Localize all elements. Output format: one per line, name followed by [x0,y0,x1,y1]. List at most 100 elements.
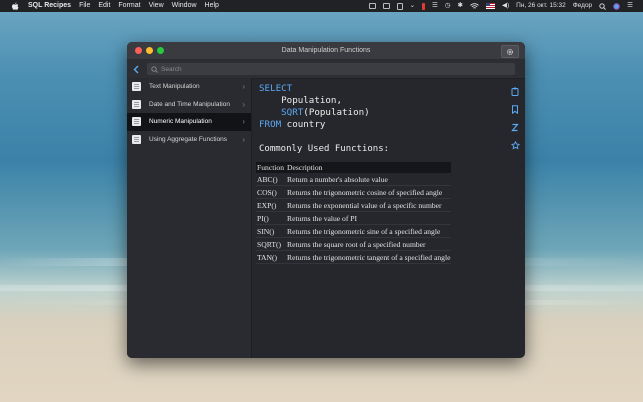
notification-center-icon[interactable]: ☰ [627,0,633,12]
function-name: SQRT() [256,237,287,251]
function-description: Returns the square root of a specified n… [286,237,452,251]
toolbar [127,60,525,79]
sidebar-item-label: Date and Time Manipulation [149,100,230,108]
function-name: EXP() [256,198,287,212]
functions-table: Function Description ABC() Return a numb… [256,162,452,264]
functions-heading: Commonly Used Functions: [259,144,390,154]
function-description: Returns the trigonometric sine of a spec… [286,224,452,238]
status-area: ⌄ ☰ ◷ ✱ ◀) Пн, 26 окт. 15:32 Федор ☰ [362,0,633,12]
function-name: TAN() [256,250,287,264]
menu-help[interactable]: Help [205,0,219,12]
sidebar-item-label: Text Manipulation [149,83,200,91]
zoom-button[interactable] [157,47,164,54]
function-name: COS() [256,185,287,199]
sidebar-item-label: Using Aggregate Functions [149,135,228,143]
function-description: Returns the trigonometric cosine of spec… [286,185,452,199]
settings-button[interactable] [501,45,519,58]
star-icon [510,140,520,149]
chevron-right-icon: › [242,99,245,109]
table-row: SIN() Returns the trigonometric sine of … [256,224,452,238]
sql-line: (Population) [303,107,370,118]
function-description: Returns the trigonometric tangent of a s… [286,250,452,264]
sidebar-item-text-manipulation[interactable]: Text Manipulation › [127,78,251,96]
document-icon [132,82,141,92]
recording-icon[interactable] [422,2,426,10]
sort-icon [511,123,519,131]
menu-window[interactable]: Window [172,0,197,12]
sidebar-item-date-time-manipulation[interactable]: Date and Time Manipulation › [127,96,251,114]
sql-line: country [281,119,326,130]
minimize-button[interactable] [146,47,153,54]
back-button[interactable] [130,65,142,74]
window-title: Data Manipulation Functions [281,47,371,54]
chevron-right-icon: › [242,134,245,144]
chevron-left-icon [133,65,139,73]
search-icon [151,65,158,73]
action-rail [509,82,521,154]
bluetooth-icon[interactable]: ✱ [458,0,463,12]
table-row: TAN() Returns the trigonometric tangent … [256,250,452,264]
title-bar: Data Manipulation Functions [127,42,525,60]
copy-icon [511,87,519,96]
chevron-right-icon: › [242,82,245,92]
function-name: SIN() [256,224,287,238]
sidebar-item-aggregate-functions[interactable]: Using Aggregate Functions › [127,131,251,149]
menu-format[interactable]: Format [118,0,140,12]
chevron-down-icon[interactable]: ⌄ [410,0,415,12]
sidebar: Text Manipulation › Date and Time Manipu… [127,78,252,358]
function-description: Returns the value of PI [286,211,452,225]
chevron-right-icon: › [242,117,245,127]
column-header: Description [286,162,452,173]
user-name[interactable]: Федор [573,0,592,12]
sql-code-block: SELECT Population, SQRT(Population) FROM… [259,83,370,131]
wifi-icon[interactable] [470,2,479,10]
search-field[interactable] [147,63,515,75]
apple-icon[interactable] [10,1,20,11]
sidebar-item-numeric-manipulation[interactable]: Numeric Manipulation › [127,113,251,131]
clock-text[interactable]: Пн, 26 окт. 15:32 [516,0,566,12]
document-icon [132,117,141,127]
sidebar-item-label: Numeric Manipulation [149,118,212,126]
screen-icon[interactable] [368,3,376,9]
flag-icon[interactable] [485,3,495,9]
menu-file[interactable]: File [79,0,90,12]
siri-icon[interactable] [613,2,620,10]
window-controls [135,47,168,54]
sql-keyword: FROM [259,119,282,130]
table-row: COS() Returns the trigonometric cosine o… [256,185,452,199]
function-description: Returns the exponential value of a speci… [286,198,452,212]
function-description: Return a number's absolute value [286,173,452,186]
document-icon [132,134,141,144]
table-row: SQRT() Returns the square root of a spec… [256,237,452,251]
column-header: Function [256,162,287,173]
sql-keyword: SELECT [259,83,293,94]
clipboard-icon[interactable] [396,2,403,10]
time-machine-icon[interactable]: ◷ [445,0,451,12]
favorite-button[interactable] [510,136,520,154]
function-name: ABC() [256,173,287,186]
table-header-row: Function Description [256,162,452,173]
document-icon [132,99,141,109]
sort-button[interactable] [511,118,519,136]
close-button[interactable] [135,47,142,54]
search-input[interactable] [161,65,501,73]
menu-bar: SQL Recipes File Edit Format View Window… [0,0,643,12]
bookmark-button[interactable] [511,100,519,118]
content-area: Text Manipulation › Date and Time Manipu… [127,78,525,358]
search-icon[interactable] [599,2,607,10]
menu-view[interactable]: View [149,0,164,12]
table-row: EXP() Returns the exponential value of a… [256,198,452,212]
window-icon[interactable] [382,3,390,9]
menu-icon[interactable]: ☰ [432,0,438,12]
app-window: Data Manipulation Functions Text Manipul… [127,42,525,358]
gear-icon [506,48,514,55]
table-row: ABC() Return a number's absolute value [256,173,452,186]
menu-app-name[interactable]: SQL Recipes [28,0,71,12]
copy-button[interactable] [511,82,519,100]
sql-line: Population, [259,95,342,106]
detail-pane: SELECT Population, SQRT(Population) FROM… [252,78,525,358]
sql-function: SQRT [281,107,304,118]
table-row: PI() Returns the value of PI [256,211,452,225]
volume-icon[interactable]: ◀) [502,0,509,12]
menu-edit[interactable]: Edit [98,0,110,12]
